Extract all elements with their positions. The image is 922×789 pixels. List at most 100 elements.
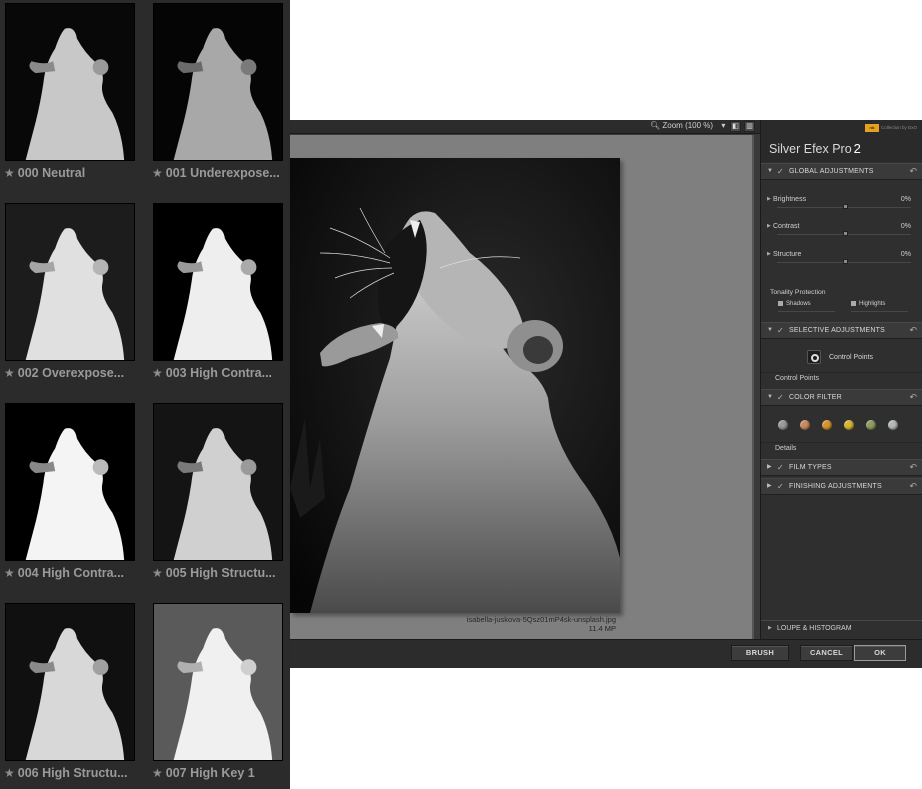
undo-icon[interactable]: ↶ — [909, 479, 917, 494]
bottom-bar: BRUSH CANCEL OK — [290, 639, 922, 668]
color-filter-yellow[interactable] — [844, 420, 854, 430]
editor-window: 🔍︎ Zoom (100 %) ▾ ◧ ▥ isabella-juskova-5… — [290, 120, 922, 668]
magnifier-icon: 🔍︎ — [650, 121, 661, 130]
section-color-filter[interactable]: ▼ ✓ COLOR FILTER ↶ — [761, 389, 922, 406]
triangle-down-icon: ▼ — [767, 394, 773, 400]
color-filter-red[interactable] — [800, 420, 810, 430]
structure-slider[interactable]: ▶ Structure 0% — [761, 247, 922, 274]
tonality-protection-label: Tonality Protection — [770, 289, 826, 296]
triangle-right-icon: ▶ — [767, 464, 772, 470]
highlights-icon — [851, 301, 856, 306]
preset-label: ★ 001 Underexpose... — [152, 166, 280, 180]
slider-handle[interactable] — [843, 259, 848, 264]
section-global-adjustments[interactable]: ▼ ✓ GLOBAL ADJUSTMENTS ↶ — [761, 163, 922, 180]
star-icon[interactable]: ★ — [4, 166, 15, 180]
slider-handle[interactable] — [843, 231, 848, 236]
triangle-right-icon[interactable]: ▶ — [767, 196, 771, 202]
image-info: isabella-juskova-5Qsz01mP4sk-unsplash.jp… — [467, 615, 616, 633]
brush-button[interactable]: BRUSH — [731, 645, 789, 661]
highlights-slider[interactable] — [851, 311, 908, 312]
preset-tile[interactable]: ★ 002 Overexpose... — [0, 200, 146, 400]
preset-label: ★ 003 High Contra... — [152, 366, 273, 380]
preset-browser[interactable]: ★ 000 Neutral ★ 001 Underexpose... ★ 002 Ov… — [0, 0, 290, 789]
cancel-button[interactable]: CANCEL — [800, 645, 853, 661]
preset-label: ★ 005 High Structu... — [152, 566, 276, 580]
color-filter-orange[interactable] — [822, 420, 832, 430]
collection-label: Collection by DxO — [881, 125, 918, 130]
ok-button[interactable]: OK — [854, 645, 906, 661]
loupe-histogram-toggle[interactable]: ▶ LOUPE & HISTOGRAM — [761, 620, 922, 637]
slider-handle[interactable] — [843, 204, 848, 209]
star-icon[interactable]: ★ — [152, 766, 163, 780]
control-points-button-label: Control Points — [829, 354, 873, 361]
triangle-right-icon: ▶ — [767, 483, 772, 489]
preset-label: ★ 000 Neutral — [4, 166, 86, 180]
undo-icon[interactable]: ↶ — [909, 390, 917, 405]
image-filename: isabella-juskova-5Qsz01mP4sk-unsplash.jp… — [466, 615, 616, 624]
triangle-down-icon: ▼ — [767, 168, 773, 174]
preset-thumbnail[interactable] — [5, 3, 135, 161]
star-icon[interactable]: ★ — [4, 766, 15, 780]
checkmark-icon[interactable]: ✓ — [777, 460, 784, 475]
preset-thumbnail[interactable] — [153, 603, 283, 761]
app-title: Silver Efex Pro 2 — [769, 141, 861, 156]
app-root: ★ 000 Neutral ★ 001 Underexpose... ★ 002 Ov… — [0, 0, 922, 789]
undo-icon[interactable]: ↶ — [909, 460, 917, 475]
details-row[interactable]: Details — [761, 442, 922, 456]
preset-tile[interactable]: ★ 006 High Structu... — [0, 600, 146, 789]
undo-icon[interactable]: ↶ — [909, 164, 917, 179]
split-view-icon[interactable]: ▥ — [744, 121, 755, 132]
checkmark-icon[interactable]: ✓ — [777, 479, 784, 494]
preset-tile[interactable]: ★ 003 High Contra... — [148, 200, 290, 400]
color-filter-blue[interactable] — [888, 420, 898, 430]
control-point-button[interactable] — [807, 350, 821, 364]
nik-logo-icon: nik — [865, 124, 879, 132]
color-filter-green[interactable] — [866, 420, 876, 430]
triangle-down-icon: ▼ — [767, 327, 773, 333]
preset-tile[interactable]: ★ 004 High Contra... — [0, 400, 146, 600]
preset-label: ★ 002 Overexpose... — [4, 366, 125, 380]
highlights-control[interactable]: Highlights — [851, 301, 885, 307]
image-size: 11.4 MP — [588, 624, 616, 633]
triangle-right-icon[interactable]: ▶ — [767, 223, 771, 229]
preset-thumbnail[interactable] — [153, 203, 283, 361]
shadows-slider[interactable] — [778, 311, 835, 312]
shadows-icon — [778, 301, 783, 306]
compare-icon[interactable]: ◧ — [730, 121, 741, 132]
star-icon[interactable]: ★ — [152, 566, 163, 580]
checkmark-icon[interactable]: ✓ — [777, 390, 784, 405]
adjustments-panel: nik Collection by DxO Silver Efex Pro 2 ▼… — [760, 120, 922, 639]
shadows-control[interactable]: Shadows — [778, 301, 811, 307]
triangle-right-icon: ▶ — [768, 625, 772, 631]
section-film-types[interactable]: ▶ ✓ FILM TYPES ↶ — [761, 459, 922, 476]
preset-tile[interactable]: ★ 007 High Key 1 — [148, 600, 290, 789]
brightness-slider[interactable]: ▶ Brightness 0% — [761, 192, 922, 219]
preset-label: ★ 006 High Structu... — [4, 766, 128, 780]
star-icon[interactable]: ★ — [4, 566, 15, 580]
preset-tile[interactable]: ★ 000 Neutral — [0, 0, 146, 200]
section-finishing-adjustments[interactable]: ▶ ✓ FINISHING ADJUSTMENTS ↶ — [761, 478, 922, 495]
color-filter-swatches — [778, 420, 918, 432]
zoom-control[interactable]: 🔍︎ Zoom (100 %) ▾ — [650, 121, 725, 130]
control-points-row[interactable]: Control Points — [761, 372, 922, 386]
checkmark-icon[interactable]: ✓ — [777, 323, 784, 338]
preset-thumbnail[interactable] — [5, 203, 135, 361]
preset-tile[interactable]: ★ 001 Underexpose... — [148, 0, 290, 200]
star-icon[interactable]: ★ — [152, 366, 163, 380]
preview-canvas[interactable]: isabella-juskova-5Qsz01mP4sk-unsplash.jp… — [290, 135, 754, 639]
preset-thumbnail[interactable] — [153, 403, 283, 561]
star-icon[interactable]: ★ — [4, 366, 15, 380]
color-filter-neutral[interactable] — [778, 420, 788, 430]
section-selective-adjustments[interactable]: ▼ ✓ SELECTIVE ADJUSTMENTS ↶ — [761, 322, 922, 339]
star-icon[interactable]: ★ — [152, 166, 163, 180]
triangle-right-icon[interactable]: ▶ — [767, 251, 771, 257]
preset-thumbnail[interactable] — [153, 3, 283, 161]
undo-icon[interactable]: ↶ — [909, 323, 917, 338]
contrast-slider[interactable]: ▶ Contrast 0% — [761, 219, 922, 246]
preset-tile[interactable]: ★ 005 High Structu... — [148, 400, 290, 600]
preset-thumbnail[interactable] — [5, 603, 135, 761]
preview-image[interactable] — [290, 158, 620, 613]
chevron-down-icon: ▾ — [721, 121, 726, 130]
preset-thumbnail[interactable] — [5, 403, 135, 561]
checkmark-icon[interactable]: ✓ — [777, 164, 784, 179]
